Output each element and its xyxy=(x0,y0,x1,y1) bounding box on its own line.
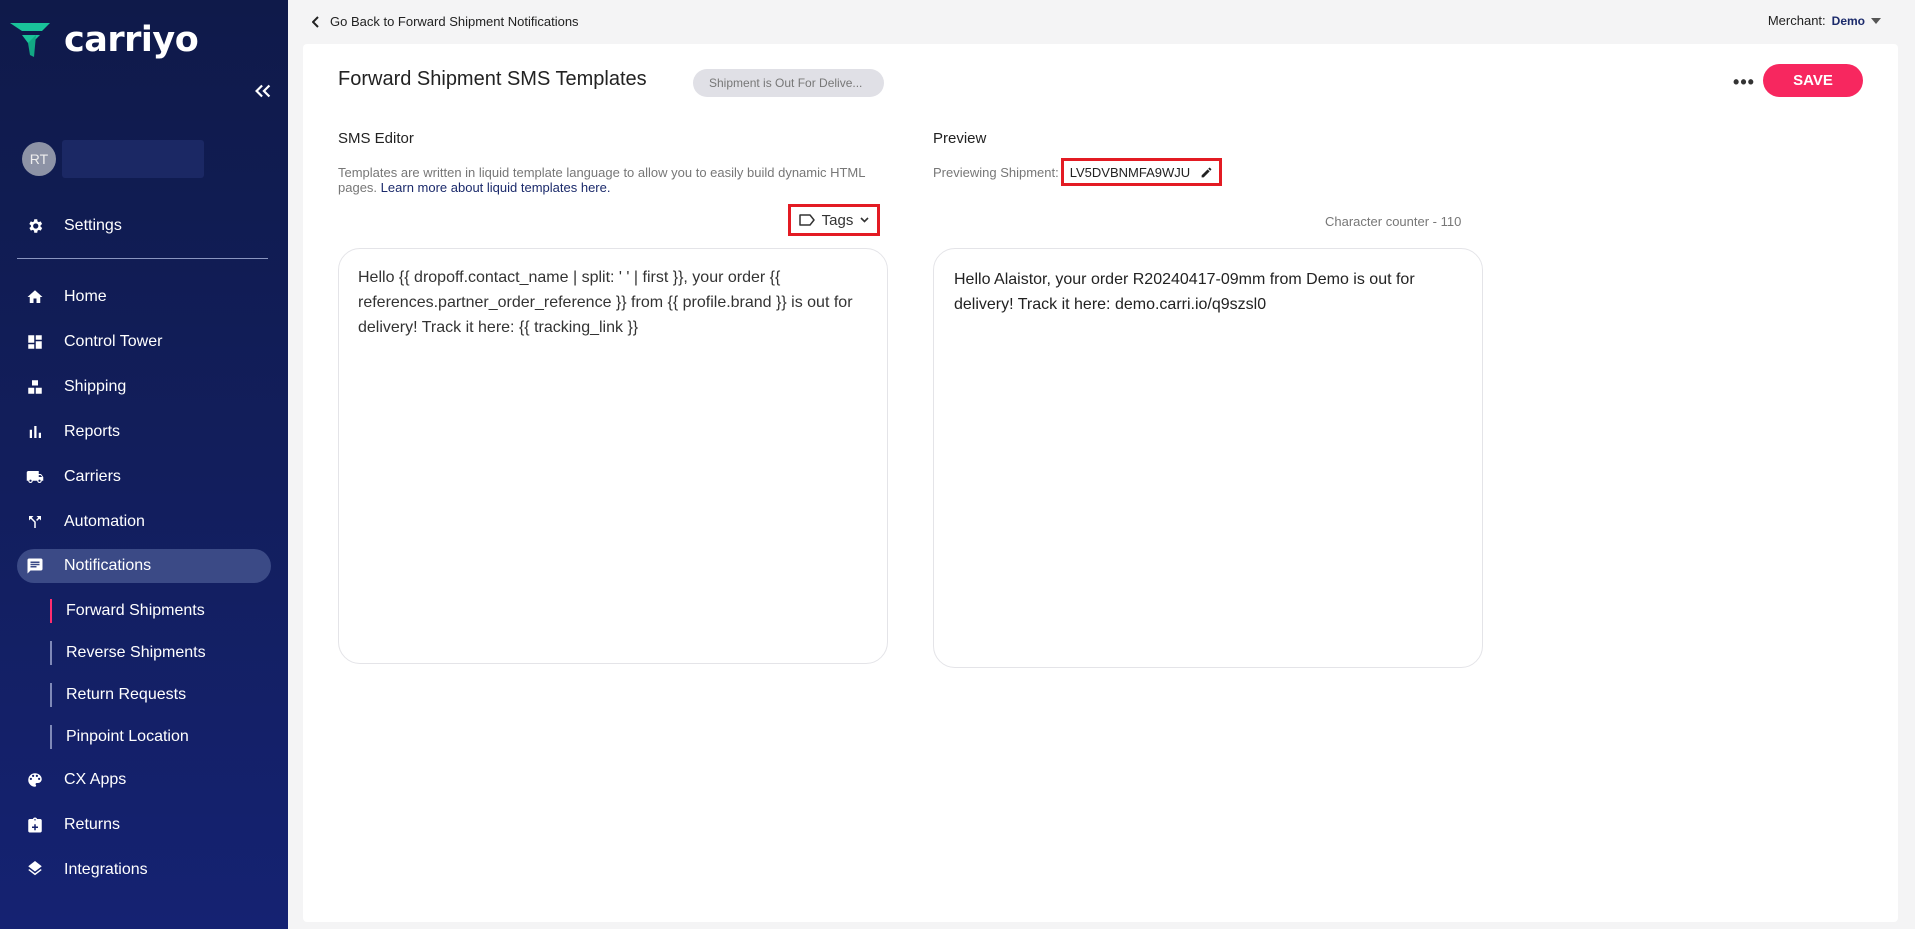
character-counter: Character counter - 110 xyxy=(1325,214,1462,229)
avatar[interactable]: RT xyxy=(22,142,56,176)
tags-label: Tags xyxy=(821,211,854,229)
sidebar-subitem-forward-shipments[interactable]: Forward Shipments xyxy=(50,599,205,623)
page-title: Forward Shipment SMS Templates xyxy=(338,68,647,90)
sidebar-item-settings[interactable]: Settings xyxy=(17,209,271,243)
brand-name: carriyo xyxy=(64,20,199,60)
back-link[interactable]: Go Back to Forward Shipment Notification… xyxy=(312,14,579,29)
sidebar-item-label: Shipping xyxy=(64,378,127,395)
shipment-id: LV5DVBNMFA9WJU xyxy=(1069,164,1191,180)
sidebar-item-cx-apps[interactable]: CX Apps xyxy=(17,763,271,797)
sidebar-item-label: Home xyxy=(64,288,107,305)
editor-content: Hello {{ dropoff.contact_name | split: '… xyxy=(358,269,853,336)
sidebar-item-automation[interactable]: Automation xyxy=(17,505,271,539)
carriyo-logo[interactable]: carriyo xyxy=(10,20,199,60)
liquid-templates-link[interactable]: Learn more about liquid templates here. xyxy=(381,180,611,195)
save-button[interactable]: SAVE xyxy=(1763,64,1863,97)
gear-icon xyxy=(29,219,43,233)
truck-icon xyxy=(26,471,44,483)
sidebar-item-notifications[interactable]: Notifications xyxy=(17,549,271,583)
chevron-left-icon xyxy=(312,15,319,28)
message-icon xyxy=(27,558,43,574)
sidebar-item-label: Settings xyxy=(64,217,122,234)
sidebar-subitem-reverse-shipments[interactable]: Reverse Shipments xyxy=(50,641,206,665)
sidebar-item-reports[interactable]: Reports xyxy=(17,415,271,449)
sidebar-subitem-label: Forward Shipments xyxy=(66,602,205,619)
sidebar-item-label: Carriers xyxy=(64,468,121,485)
carriyo-logo-icon xyxy=(10,23,50,57)
chevron-down-icon xyxy=(860,217,869,223)
sidebar-subitem-label: Return Requests xyxy=(66,686,187,703)
status-dropdown[interactable]: Shipment is Out For Delive... xyxy=(693,69,884,97)
editor-help-text: Templates are written in liquid template… xyxy=(338,165,878,195)
previewing-label: Previewing Shipment: xyxy=(933,164,1059,180)
sidebar-item-label: Automation xyxy=(64,513,145,530)
sidebar-item-label: CX Apps xyxy=(64,771,127,788)
topbar: Go Back to Forward Shipment Notification… xyxy=(288,0,1915,44)
dashboard-icon xyxy=(28,335,42,349)
merchant-selector[interactable]: Merchant: Demo xyxy=(1768,13,1881,28)
sidebar-item-shipping[interactable]: Shipping xyxy=(17,370,271,404)
sidebar-item-label: Returns xyxy=(64,816,121,833)
sidebar-subitem-label: Reverse Shipments xyxy=(66,644,206,661)
previewing-shipment-row: Previewing Shipment: LV5DVBNMFA9WJU xyxy=(933,158,1223,186)
layers-icon xyxy=(28,861,42,876)
sidebar-item-label: Control Tower xyxy=(64,333,163,350)
sidebar-item-integrations[interactable]: Integrations xyxy=(17,853,271,887)
sidebar-subitem-pinpoint-location[interactable]: Pinpoint Location xyxy=(50,725,189,749)
template-card: Forward Shipment SMS Templates Shipment … xyxy=(303,44,1898,922)
sidebar-item-returns[interactable]: Returns xyxy=(17,808,271,842)
collapse-sidebar-icon[interactable] xyxy=(252,80,274,102)
home-icon xyxy=(27,290,43,303)
sms-template-editor[interactable]: Hello {{ dropoff.contact_name | split: '… xyxy=(338,248,888,664)
pencil-icon xyxy=(1201,167,1212,177)
merchant-label: Merchant: xyxy=(1767,13,1826,28)
more-horizontal-icon: ••• xyxy=(1733,71,1755,92)
boxes-icon xyxy=(28,380,42,394)
sidebar-subitem-return-requests[interactable]: Return Requests xyxy=(50,683,186,707)
sms-editor-heading: SMS Editor xyxy=(338,130,414,147)
sidebar-item-label: Integrations xyxy=(64,861,148,878)
sidebar-item-home[interactable]: Home xyxy=(17,280,271,314)
sidebar-item-control-tower[interactable]: Control Tower xyxy=(17,325,271,359)
sidebar-item-carriers[interactable]: Carriers xyxy=(17,460,271,494)
caret-down-icon xyxy=(1871,17,1881,24)
sidebar-divider xyxy=(17,258,268,259)
fork-icon xyxy=(29,516,41,528)
back-link-label: Go Back to Forward Shipment Notification… xyxy=(330,14,579,29)
sidebar-subitem-label: Pinpoint Location xyxy=(66,728,189,745)
status-chip-label: Shipment is Out For Delive... xyxy=(709,76,863,90)
tags-dropdown-button[interactable]: Tags xyxy=(788,204,880,236)
preview-heading: Preview xyxy=(933,130,987,147)
user-profile[interactable]: RT xyxy=(22,140,204,178)
sidebar: carriyo RT Settings Home Control Tower S… xyxy=(0,0,288,929)
palette-icon xyxy=(28,773,42,787)
return-box-icon xyxy=(28,817,42,833)
user-name-field xyxy=(62,140,204,178)
merchant-value: Demo xyxy=(1831,13,1865,28)
tag-icon xyxy=(798,214,815,226)
sidebar-item-label: Reports xyxy=(64,423,121,440)
shipment-id-selector[interactable]: LV5DVBNMFA9WJU xyxy=(1060,158,1223,186)
sidebar-item-label: Notifications xyxy=(64,557,152,574)
bar-chart-icon xyxy=(29,426,41,438)
sms-preview: Hello Alaistor, your order R20240417-09m… xyxy=(933,248,1483,668)
more-options-button[interactable]: ••• xyxy=(1730,68,1758,96)
preview-content: Hello Alaistor, your order R20240417-09m… xyxy=(954,271,1415,313)
